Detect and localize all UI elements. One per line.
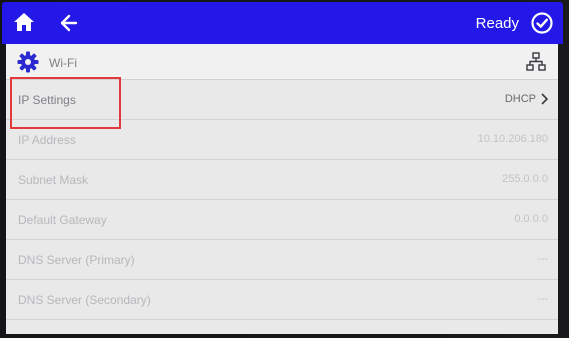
row-value: 0.0.0.0 xyxy=(514,213,548,225)
row-label: IP Address xyxy=(18,133,76,147)
row-value: DHCP xyxy=(504,93,536,105)
settings-panel: Wi-Fi IP Settings DHCP IP Address 10.10.… xyxy=(6,44,558,334)
row-label: Default Gateway xyxy=(18,213,107,227)
network-icon[interactable] xyxy=(526,52,546,72)
default-gateway-row: Default Gateway 0.0.0.0 xyxy=(6,200,558,240)
section-header: Wi-Fi xyxy=(6,44,558,80)
page-title: Wi-Fi xyxy=(49,56,77,70)
row-label: Subnet Mask xyxy=(18,173,89,187)
home-icon xyxy=(14,13,34,31)
row-value: --- xyxy=(537,293,548,305)
ip-address-row: IP Address 10.10.206.180 xyxy=(6,120,558,160)
gear-icon xyxy=(16,50,40,74)
dns-secondary-row: DNS Server (Secondary) --- xyxy=(6,280,558,320)
home-button[interactable] xyxy=(13,11,35,33)
printer-screen: Ready Wi-Fi IP Settings DHCP IP Address … xyxy=(0,0,569,338)
back-button[interactable] xyxy=(57,11,81,35)
row-value: 255.0.0.0 xyxy=(502,173,548,185)
ip-settings-row[interactable]: IP Settings DHCP xyxy=(6,80,558,120)
row-label: IP Settings xyxy=(18,93,76,107)
check-circle-icon xyxy=(531,12,553,34)
row-value: 10.10.206.180 xyxy=(477,133,548,145)
status-text: Ready xyxy=(475,15,519,32)
top-bar: Ready xyxy=(2,2,563,44)
row-label: DNS Server (Secondary) xyxy=(18,293,151,307)
subnet-mask-row: Subnet Mask 255.0.0.0 xyxy=(6,160,558,200)
chevron-right-icon xyxy=(541,93,549,105)
arrow-left-icon xyxy=(60,14,78,32)
row-label: DNS Server (Primary) xyxy=(18,253,135,267)
dns-primary-row: DNS Server (Primary) --- xyxy=(6,240,558,280)
row-value: --- xyxy=(537,253,548,265)
